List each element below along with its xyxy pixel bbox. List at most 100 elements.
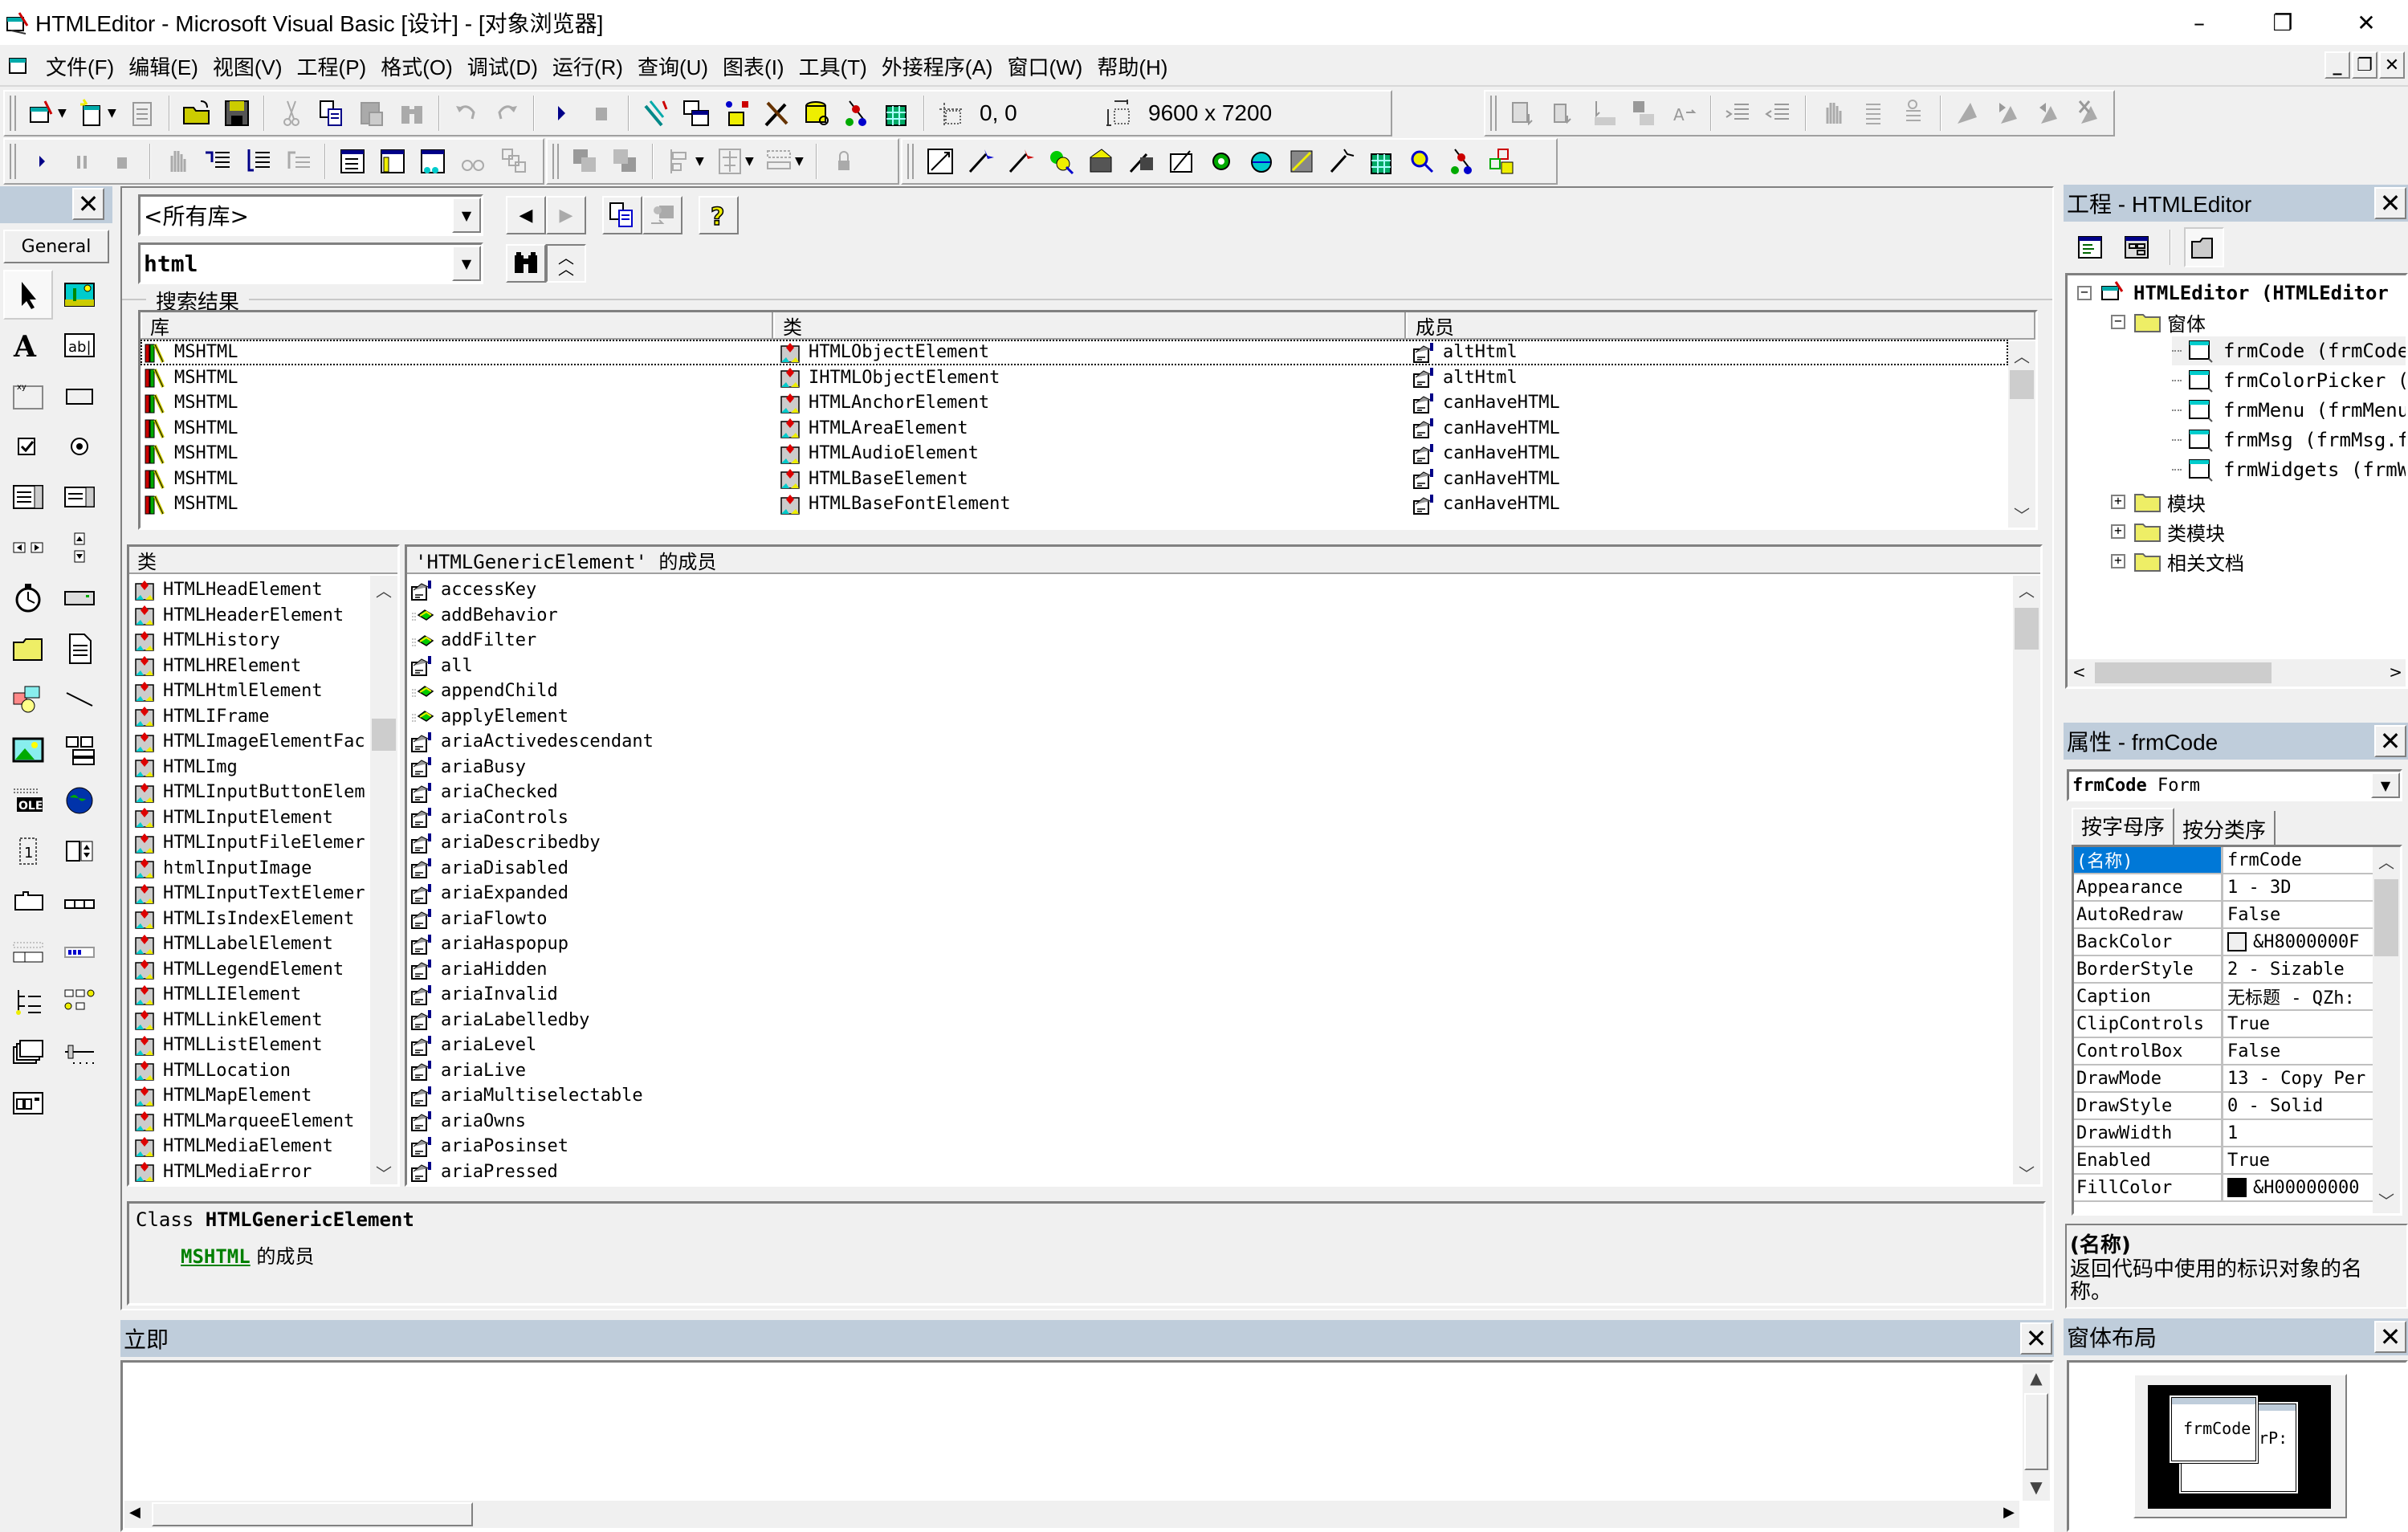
tool-listview[interactable] <box>55 978 104 1028</box>
property-row[interactable]: FillColor &H00000000 <box>2074 1175 2376 1202</box>
toolbar-grip[interactable] <box>907 144 914 179</box>
property-value[interactable]: 1 - 3D <box>2227 878 2291 898</box>
scroll-left-icon[interactable]: < <box>2072 662 2086 682</box>
expand-icon[interactable]: + <box>2111 554 2125 568</box>
start-button[interactable] <box>541 93 581 133</box>
property-value[interactable]: 13 - Copy Per <box>2227 1069 2365 1089</box>
tool-vscrollbar[interactable] <box>55 523 104 572</box>
tool-line[interactable] <box>55 674 104 724</box>
debug-breakpoint-button[interactable] <box>157 141 198 181</box>
component-button-15[interactable] <box>1482 141 1522 181</box>
immediate-hscrollbar[interactable]: ◀ ▶ <box>124 1501 2019 1528</box>
member-list-item[interactable]: addBehavior <box>407 603 2040 629</box>
tool-combobox[interactable] <box>3 472 53 522</box>
results-scrollbar[interactable]: ︿ ﹀ <box>2008 341 2035 528</box>
toggle-breakpoint-button[interactable] <box>1813 93 1853 133</box>
send-to-back-button[interactable] <box>605 141 646 181</box>
scrollbar-thumb[interactable] <box>152 1502 473 1526</box>
property-value[interactable]: 1 <box>2227 1123 2238 1143</box>
scroll-up-icon[interactable]: ︿ <box>2008 341 2035 369</box>
class-list-item[interactable]: HTMLLabelElement <box>129 931 397 957</box>
tool-ole[interactable]: OLE <box>3 776 53 825</box>
scroll-right-icon[interactable]: > <box>2389 662 2402 682</box>
classes-scrollbar[interactable]: ︿ ﹀ <box>370 576 397 1184</box>
member-list-item[interactable]: ariaDisabled <box>407 856 2040 882</box>
tool-treeview[interactable] <box>3 978 53 1028</box>
class-list-item[interactable]: HTMLInputElement <box>129 805 397 831</box>
component-button-9[interactable] <box>1241 141 1281 181</box>
tool-filelistbox[interactable] <box>55 624 104 674</box>
debug-end-button[interactable] <box>103 141 143 181</box>
result-row[interactable]: MSHTML HTMLBaseElement canHaveHTML <box>141 467 2008 492</box>
scroll-up-icon[interactable]: ︿ <box>2013 576 2040 603</box>
add-form-button[interactable] <box>72 93 112 133</box>
tool-image[interactable] <box>3 725 53 775</box>
restore-button[interactable]: ❐ <box>2241 0 2324 45</box>
member-list-item[interactable]: appendChild <box>407 678 2040 704</box>
view-object-button[interactable] <box>2117 227 2157 267</box>
member-list-item[interactable]: ariaFlowto <box>407 907 2040 932</box>
document-window-icon[interactable] <box>6 54 31 78</box>
tab-alphabetic[interactable]: 按字母序 <box>2072 808 2175 845</box>
class-list-item[interactable]: HTMLInputButtonElem <box>129 780 397 805</box>
previous-bookmark-button[interactable] <box>2028 93 2068 133</box>
copy-button[interactable] <box>312 93 352 133</box>
member-list-item[interactable]: ariaOwns <box>407 1109 2040 1135</box>
scrollbar-thumb[interactable] <box>2010 370 2034 399</box>
toolbar-grip[interactable] <box>10 96 16 131</box>
cut-button[interactable] <box>271 93 312 133</box>
step-over-button[interactable] <box>238 141 278 181</box>
expand-icon[interactable]: + <box>2111 495 2125 509</box>
member-list-item[interactable]: ariaLevel <box>407 1033 2040 1058</box>
property-value[interactable]: &H8000000F <box>2253 932 2359 952</box>
collapse-icon[interactable]: − <box>2111 315 2125 329</box>
tree-node-project[interactable]: − HTMLEditor (HTMLEditor <box>2077 279 2389 308</box>
immediate-close-button[interactable]: ✕ <box>2020 1322 2052 1355</box>
class-list-item[interactable]: HTMLMediaElement <box>129 1134 397 1159</box>
scroll-down-icon[interactable]: ﹀ <box>2013 1159 2040 1184</box>
tree-node-folder[interactable]: + 模块 <box>2111 487 2206 516</box>
class-list-item[interactable]: HTMLLocation <box>129 1058 397 1084</box>
form-front-preview[interactable]: frmCode <box>2169 1395 2259 1464</box>
menu-project[interactable]: 工程(P) <box>290 51 374 81</box>
form-layout-close-button[interactable]: ✕ <box>2374 1321 2406 1353</box>
toolbar-grip[interactable] <box>552 144 559 179</box>
undo-button[interactable] <box>446 93 487 133</box>
member-list-item[interactable]: ariaDescribedby <box>407 830 2040 856</box>
property-value[interactable]: 无标题 - QZh: <box>2227 984 2355 1009</box>
menu-query[interactable]: 查询(U) <box>630 51 715 81</box>
quick-watch-button[interactable] <box>453 141 493 181</box>
component-button-7[interactable] <box>1161 141 1201 181</box>
lock-controls-button[interactable] <box>824 141 864 181</box>
member-list-item[interactable]: ariaActivedescendant <box>407 729 2040 755</box>
tool-commandbutton[interactable] <box>55 371 104 421</box>
column-header-library[interactable]: 库 <box>141 312 773 339</box>
property-row[interactable]: BorderStyle 2 - Sizable <box>2074 956 2376 984</box>
tool-timer[interactable] <box>3 573 53 623</box>
immediate-window-button[interactable] <box>373 141 413 181</box>
tree-node-form[interactable]: frmWidgets (frmWid <box>2172 455 2406 484</box>
member-list-item[interactable]: ariaLive <box>407 1058 2040 1084</box>
list-properties-button[interactable] <box>1503 93 1543 133</box>
tool-dirlistbox[interactable] <box>3 624 53 674</box>
tool-imagelist[interactable] <box>3 1029 53 1078</box>
classes-list[interactable]: 类 HTMLHeadElement HTMLHeaderElement HTMLHi… <box>127 544 400 1187</box>
scroll-up-icon[interactable]: ︿ <box>2373 847 2400 874</box>
save-project-button[interactable] <box>217 93 257 133</box>
property-row[interactable]: Enabled True <box>2074 1147 2376 1175</box>
project-tree[interactable]: − HTMLEditor (HTMLEditor − 窗体 frmCode (f… <box>2065 273 2408 689</box>
component-button-13[interactable] <box>1402 141 1442 181</box>
debug-start-button[interactable] <box>22 141 63 181</box>
class-list-item[interactable]: HTMLHeaderElement <box>129 603 397 629</box>
make-same-size-button[interactable] <box>760 141 800 181</box>
bring-to-front-button[interactable] <box>565 141 605 181</box>
end-button[interactable] <box>581 93 621 133</box>
class-list-item[interactable]: HTMLHtmlElement <box>129 678 397 704</box>
property-value[interactable]: False <box>2227 905 2280 925</box>
find-button[interactable] <box>392 93 432 133</box>
component-button-8[interactable] <box>1201 141 1241 181</box>
call-stack-button[interactable] <box>493 141 533 181</box>
align-button[interactable] <box>660 141 700 181</box>
go-forward-button[interactable]: ▶ <box>546 196 586 234</box>
class-list-item[interactable]: HTMLInputTextElemer <box>129 881 397 907</box>
